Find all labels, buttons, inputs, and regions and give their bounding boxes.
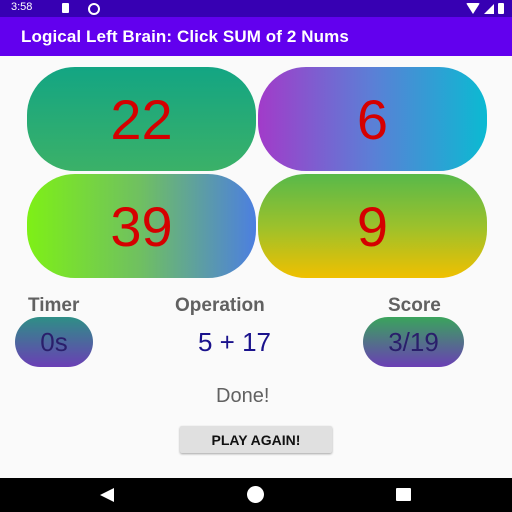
status-bar: 3:58 <box>0 0 512 17</box>
score-label: Score <box>388 295 441 316</box>
navigation-bar <box>0 478 512 512</box>
operation-label: Operation <box>175 295 265 316</box>
play-again-button[interactable]: PLAY AGAIN! <box>180 426 332 453</box>
status-icons <box>466 3 504 14</box>
status-time: 3:58 <box>11 1 33 13</box>
back-icon[interactable] <box>100 488 114 502</box>
number-tile-1[interactable]: 22 <box>27 67 256 171</box>
timer-label: Timer <box>28 295 80 316</box>
operation-value: 5 + 17 <box>198 327 272 357</box>
battery-icon <box>498 3 504 14</box>
app-title: Logical Left Brain: Click SUM of 2 Nums <box>21 27 349 46</box>
timer-value: 0s <box>15 317 93 367</box>
wifi-icon <box>466 3 480 14</box>
number-tile-4[interactable]: 9 <box>258 174 487 278</box>
number-tile-2[interactable]: 6 <box>258 67 487 171</box>
app-bar: Logical Left Brain: Click SUM of 2 Nums <box>0 17 512 56</box>
score-value: 3/19 <box>363 317 464 367</box>
result-message: Done! <box>216 385 270 407</box>
number-tile-3[interactable]: 39 <box>27 174 256 278</box>
signal-icon <box>484 3 494 14</box>
recents-icon[interactable] <box>396 488 411 501</box>
sync-icon <box>88 3 100 15</box>
sd-card-icon <box>62 3 69 13</box>
home-icon[interactable] <box>247 486 264 503</box>
